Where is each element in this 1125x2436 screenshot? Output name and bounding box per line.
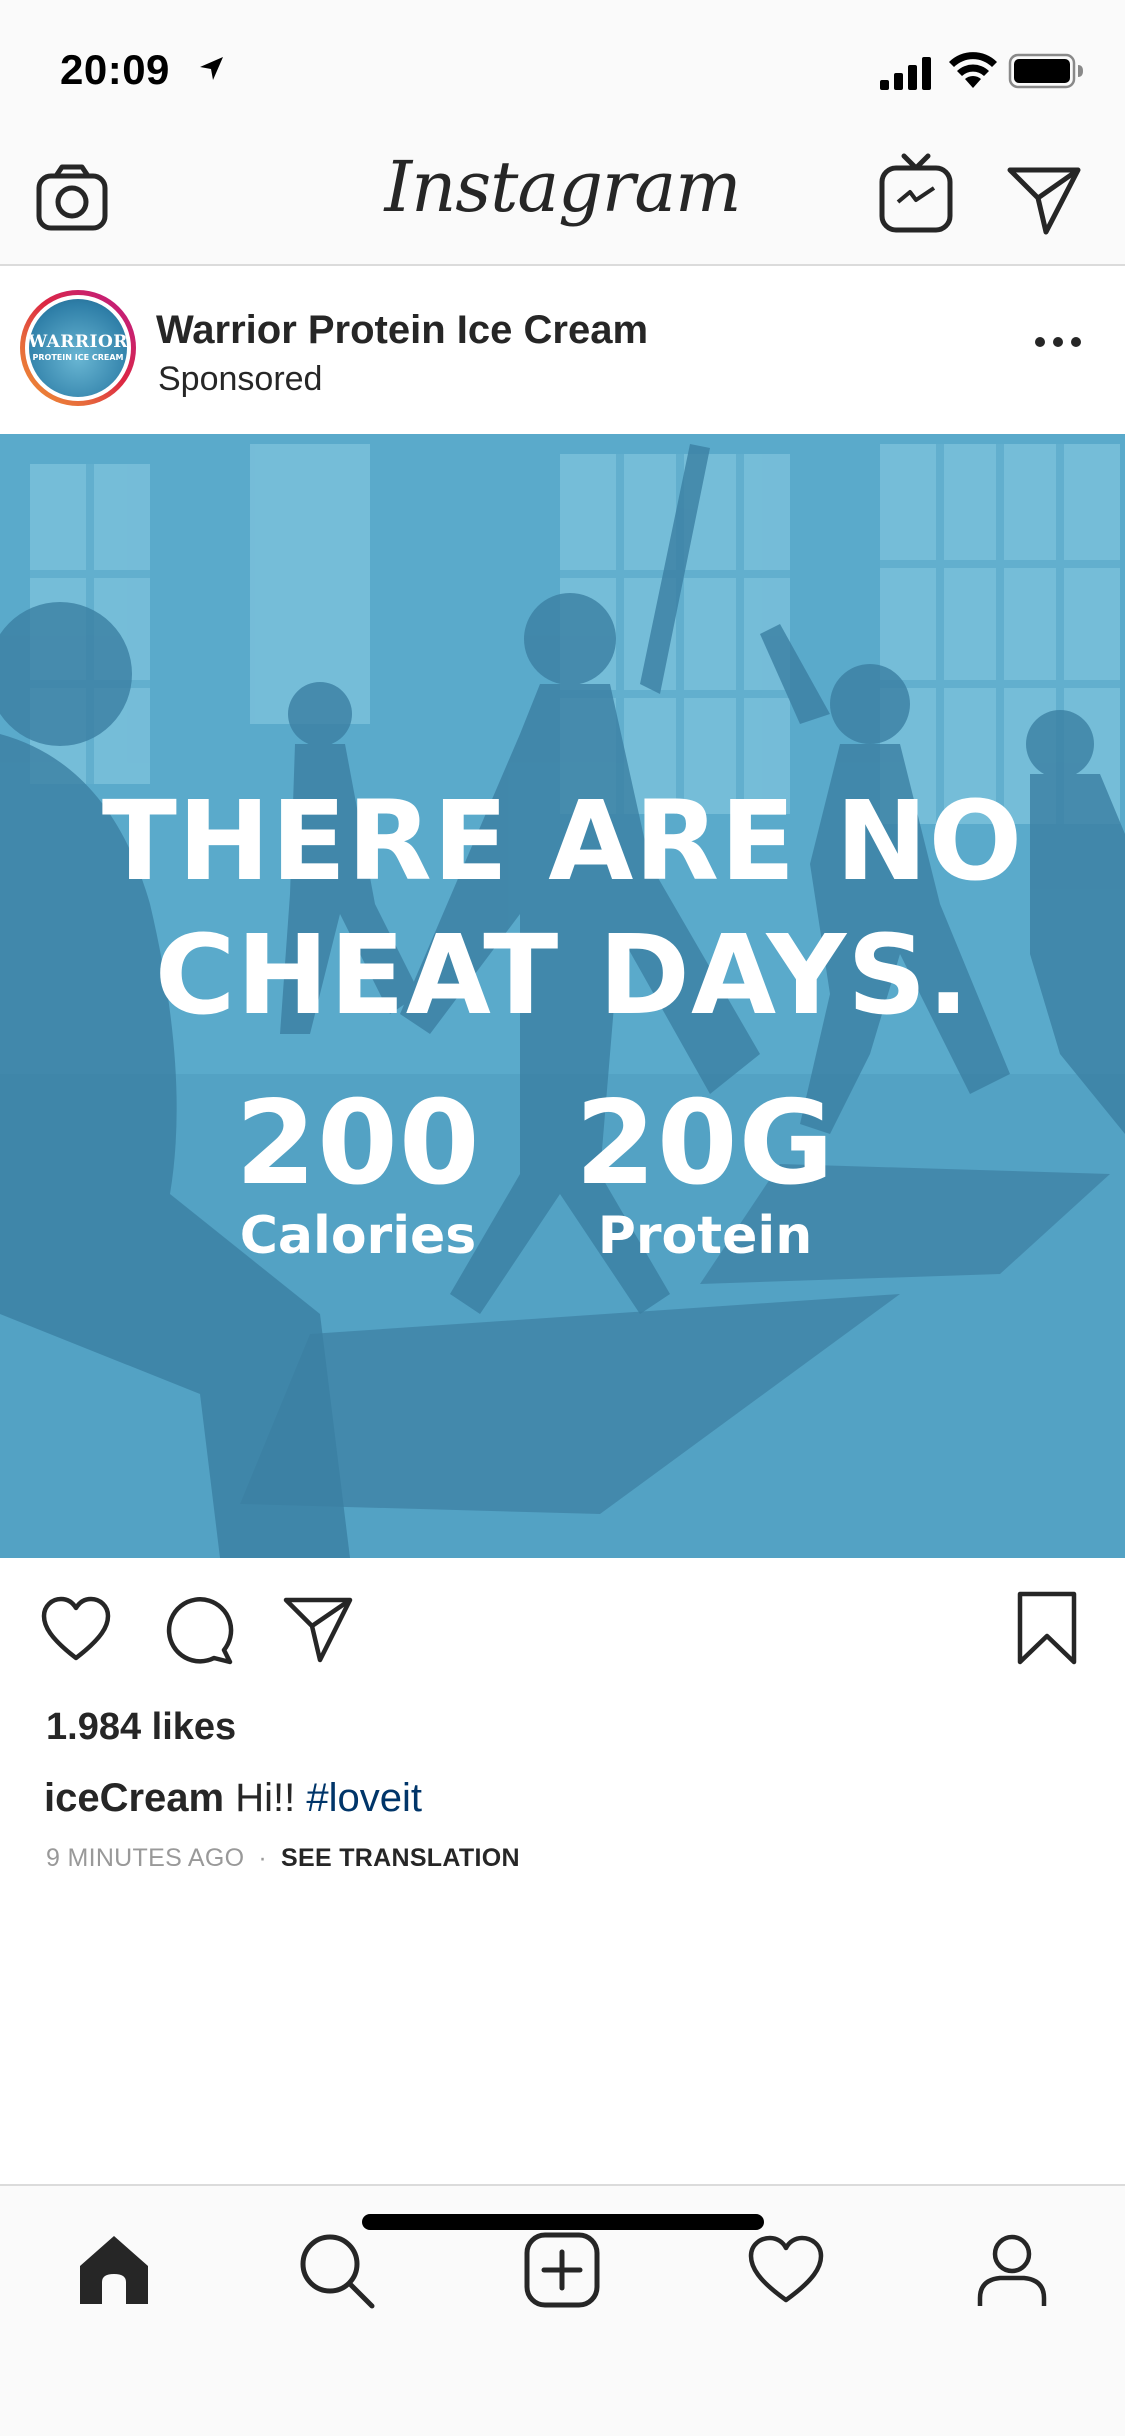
caption-hashtag[interactable]: #loveit (306, 1776, 422, 1820)
caption-username[interactable]: iceCream (44, 1776, 224, 1820)
brand-logo-avatar: WARRIOR PROTEIN ICE CREAM (29, 299, 127, 397)
search-icon[interactable] (296, 2230, 376, 2310)
headline-line-1: THERE ARE NO (101, 777, 1024, 905)
battery-icon (1008, 53, 1083, 89)
protein-label: Protein (597, 1206, 813, 1266)
post-actions (0, 1558, 1125, 1698)
profile-icon[interactable] (972, 2230, 1052, 2310)
account-name[interactable]: Warrior Protein Ice Cream (156, 308, 648, 353)
more-options-icon[interactable] (1030, 330, 1086, 354)
post-timestamp: 9 MINUTES AGO (46, 1844, 245, 1872)
bookmark-icon[interactable] (1014, 1590, 1080, 1666)
calories-value: 200 (235, 1076, 481, 1211)
post-caption: iceCream Hi!! #loveit (44, 1776, 422, 1821)
igtv-icon[interactable] (876, 152, 956, 236)
status-time: 20:09 (60, 46, 170, 93)
avatar-inner-border: WARRIOR PROTEIN ICE CREAM (25, 295, 131, 401)
cellular-signal-icon (880, 57, 931, 90)
protein-stat: 20G Protein (570, 1076, 840, 1266)
avatar[interactable]: WARRIOR PROTEIN ICE CREAM (20, 290, 136, 406)
status-bar: 20:09 (0, 0, 1125, 132)
direct-message-icon[interactable] (1006, 162, 1082, 236)
avatar-text-top: WARRIOR (29, 332, 127, 352)
protein-value: 20G (575, 1076, 835, 1211)
headline-line-2: CHEAT DAYS. (154, 911, 971, 1039)
location-arrow-icon (200, 57, 223, 80)
comment-icon[interactable] (162, 1594, 234, 1666)
instagram-logo: Instagram (384, 146, 742, 228)
calories-label: Calories (239, 1206, 477, 1266)
share-icon[interactable] (282, 1594, 354, 1664)
avatar-text-bottom: PROTEIN ICE CREAM (32, 353, 124, 362)
post-header: WARRIOR PROTEIN ICE CREAM Warrior Protei… (0, 268, 1125, 434)
post-image[interactable]: THERE ARE NO CHEAT DAYS. 200 Calories 20… (0, 434, 1125, 1558)
top-nav-bar: Instagram (0, 132, 1125, 266)
sponsored-label: Sponsored (158, 360, 323, 398)
activity-heart-icon[interactable] (746, 2230, 826, 2310)
wifi-icon (949, 52, 997, 88)
meta-separator: · (258, 1844, 268, 1872)
likes-count[interactable]: 1.984 likes (46, 1706, 236, 1749)
calories-stat: 200 Calories (218, 1076, 498, 1266)
heart-icon[interactable] (40, 1596, 112, 1662)
home-indicator[interactable] (362, 2214, 764, 2230)
see-translation-link[interactable]: SEE TRANSLATION (281, 1844, 520, 1872)
home-icon[interactable] (74, 2230, 154, 2310)
post-meta: 9 MINUTES AGO · SEE TRANSLATION (46, 1844, 520, 1873)
caption-text: Hi!! (235, 1776, 296, 1820)
new-post-icon[interactable] (522, 2230, 602, 2310)
ad-headline: THERE ARE NO CHEAT DAYS. (0, 774, 1125, 1042)
